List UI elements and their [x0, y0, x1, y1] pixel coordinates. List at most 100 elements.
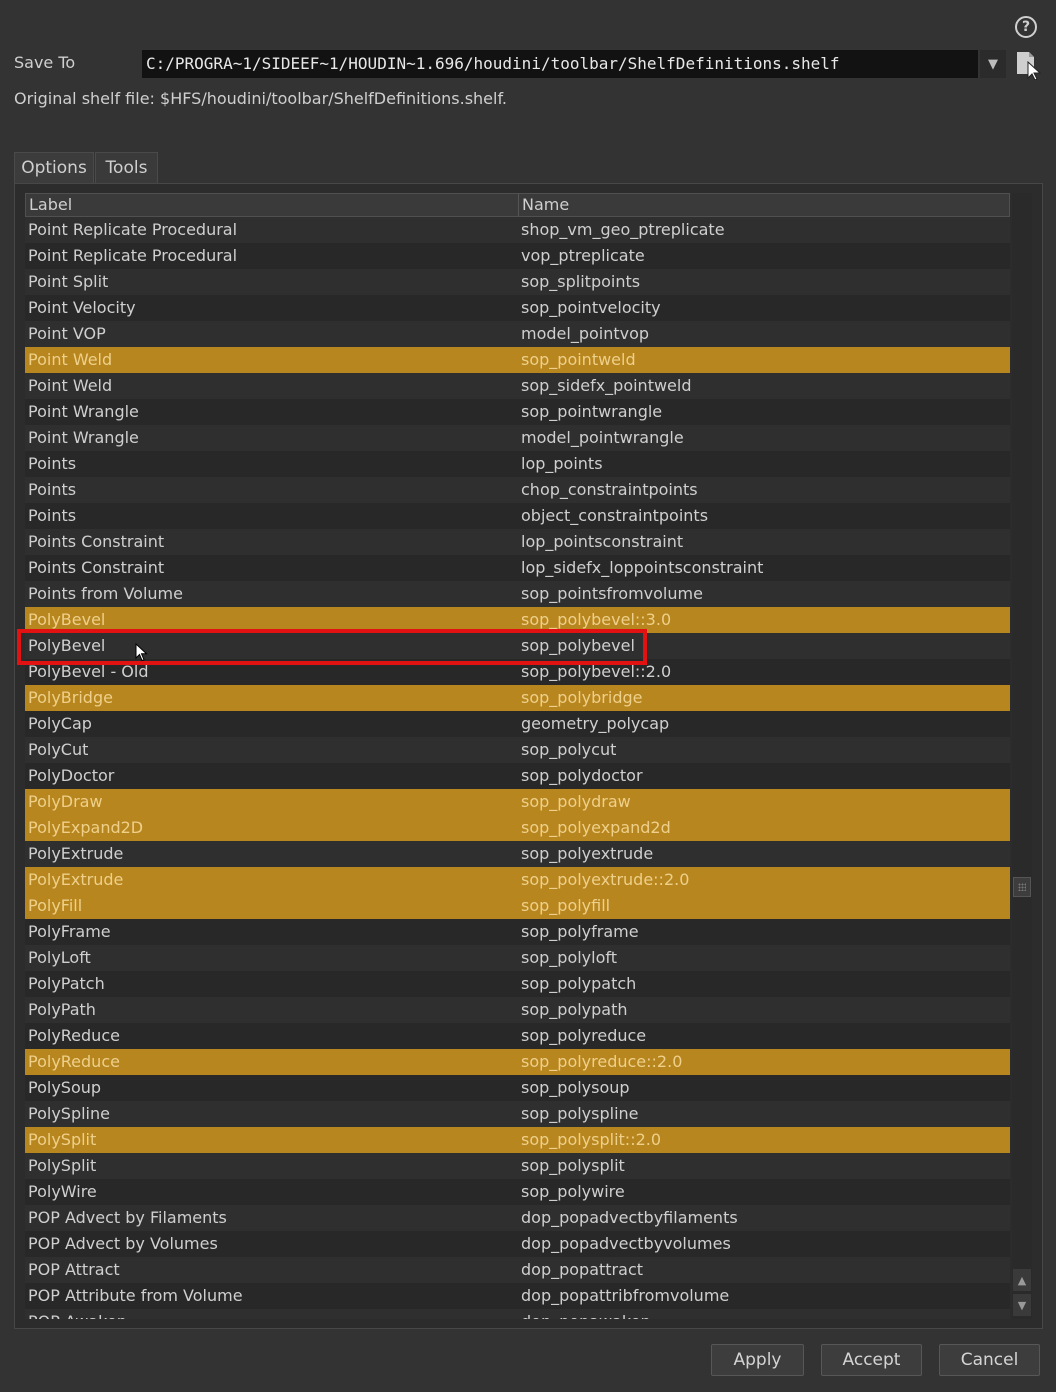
accept-button[interactable]: Accept	[821, 1344, 922, 1376]
table-row[interactable]: Point Replicate Procedural shop_vm_geo_pt…	[25, 217, 1010, 243]
row-name-cell: vop_ptreplicate	[521, 246, 645, 265]
row-label-cell: PolyExpand2D	[28, 818, 144, 837]
row-label-cell: POP Advect by Volumes	[28, 1234, 218, 1253]
table-row[interactable]: Points from Volume sop_pointsfromvolume	[25, 581, 1010, 607]
table-row[interactable]: PolyExtrude sop_polyextrude	[25, 841, 1010, 867]
table-row[interactable]: POP Attract dop_popattract	[25, 1257, 1010, 1283]
table-row[interactable]: Point Replicate Procedural vop_ptreplicat…	[25, 243, 1010, 269]
table-row[interactable]: Point VOP model_pointvop	[25, 321, 1010, 347]
row-label-cell: POP Advect by Filaments	[28, 1208, 227, 1227]
table-row[interactable]: PolySplit sop_polysplit	[25, 1153, 1010, 1179]
row-label-cell: Point Replicate Procedural	[28, 220, 238, 239]
file-chooser-icon[interactable]	[1014, 50, 1042, 81]
table-row[interactable]: PolyPath sop_polypath	[25, 997, 1010, 1023]
tab-tools[interactable]: Tools	[95, 152, 158, 183]
table-row[interactable]: Point Weld sop_sidefx_pointweld	[25, 373, 1010, 399]
table-row[interactable]: PolySplit sop_polysplit::2.0	[25, 1127, 1010, 1153]
table-row[interactable]: POP Advect by Filaments dop_popadvectbyfi…	[25, 1205, 1010, 1231]
row-name-cell: sop_polyfill	[521, 896, 611, 915]
tools-table: Label Name Point Replicate Procedural sho…	[25, 193, 1010, 1319]
row-label-cell: PolyReduce	[28, 1026, 120, 1045]
table-row[interactable]: Points object_constraintpoints	[25, 503, 1010, 529]
table-row[interactable]: PolyCap geometry_polycap	[25, 711, 1010, 737]
table-body: Point Replicate Procedural shop_vm_geo_pt…	[25, 217, 1010, 1319]
row-name-cell: dop_popattract	[521, 1260, 644, 1279]
table-row[interactable]: PolyLoft sop_polyloft	[25, 945, 1010, 971]
row-name-cell: object_constraintpoints	[521, 506, 709, 525]
row-label-cell: PolyBridge	[28, 688, 113, 707]
row-label-cell: Point Weld	[28, 350, 113, 369]
row-name-cell: sop_splitpoints	[521, 272, 641, 291]
table-row[interactable]: PolyWire sop_polywire	[25, 1179, 1010, 1205]
vertical-scrollbar[interactable]	[1012, 193, 1032, 1319]
table-row[interactable]: PolyBevel sop_polybevel	[25, 633, 1010, 659]
table-row[interactable]: POP Advect by Volumes dop_popadvectbyvolu…	[25, 1231, 1010, 1257]
row-name-cell: geometry_polycap	[521, 714, 670, 733]
row-name-cell: sop_polycut	[521, 740, 617, 759]
apply-button[interactable]: Apply	[711, 1344, 804, 1376]
table-row[interactable]: Point Weld sop_pointweld	[25, 347, 1010, 373]
row-name-cell: sop_polypath	[521, 1000, 628, 1019]
table-row[interactable]: PolyBridge sop_polybridge	[25, 685, 1010, 711]
row-name-cell: sop_polybevel	[521, 636, 635, 655]
row-name-cell: sop_polyframe	[521, 922, 639, 941]
cancel-button[interactable]: Cancel	[939, 1344, 1040, 1376]
row-label-cell: Point VOP	[28, 324, 106, 343]
table-row[interactable]: PolyExtrude sop_polyextrude::2.0	[25, 867, 1010, 893]
row-name-cell: shop_vm_geo_ptreplicate	[521, 220, 725, 239]
table-row[interactable]: PolyBevel - Old sop_polybevel::2.0	[25, 659, 1010, 685]
column-header-label[interactable]: Label	[26, 194, 519, 216]
row-label-cell: Point Split	[28, 272, 109, 291]
table-row[interactable]: Point Split sop_splitpoints	[25, 269, 1010, 295]
table-row[interactable]: PolyPatch sop_polypatch	[25, 971, 1010, 997]
row-name-cell: sop_polybevel::2.0	[521, 662, 672, 681]
scroll-down-arrow-icon[interactable]: ▼	[1013, 1294, 1031, 1316]
row-label-cell: Point Wrangle	[28, 402, 139, 421]
table-row[interactable]: Points Constraint lop_sidefx_loppointscon…	[25, 555, 1010, 581]
row-label-cell: PolySplit	[28, 1156, 97, 1175]
tab-options[interactable]: Options	[14, 152, 94, 183]
row-name-cell: dop_popadvectbyfilaments	[521, 1208, 738, 1227]
row-name-cell: sop_polyexpand2d	[521, 818, 671, 837]
table-row[interactable]: PolySoup sop_polysoup	[25, 1075, 1010, 1101]
table-row[interactable]: Points chop_constraintpoints	[25, 477, 1010, 503]
table-row[interactable]: PolyDraw sop_polydraw	[25, 789, 1010, 815]
table-row[interactable]: Point Wrangle model_pointwrangle	[25, 425, 1010, 451]
table-row[interactable]: PolyReduce sop_polyreduce	[25, 1023, 1010, 1049]
table-row[interactable]: PolySpline sop_polyspline	[25, 1101, 1010, 1127]
table-row[interactable]: PolyCut sop_polycut	[25, 737, 1010, 763]
save-to-dropdown-icon[interactable]: ▼	[980, 50, 1006, 78]
row-label-cell: Points	[28, 506, 77, 525]
table-row[interactable]: PolyFill sop_polyfill	[25, 893, 1010, 919]
row-label-cell: Points Constraint	[28, 532, 165, 551]
row-name-cell: dop_popattribfromvolume	[521, 1286, 730, 1305]
table-row[interactable]: Point Velocity sop_pointvelocity	[25, 295, 1010, 321]
table-row[interactable]: PolyBevel sop_polybevel::3.0	[25, 607, 1010, 633]
table-row[interactable]: POP Attribute from Volume dop_popattribfr…	[25, 1283, 1010, 1309]
row-name-cell: lop_points	[521, 454, 603, 473]
row-name-cell: model_pointvop	[521, 324, 650, 343]
table-header: Label Name	[25, 193, 1010, 217]
row-label-cell: PolyFill	[28, 896, 83, 915]
table-row[interactable]: Points lop_points	[25, 451, 1010, 477]
table-row[interactable]: PolyExpand2D sop_polyexpand2d	[25, 815, 1010, 841]
scroll-up-arrow-icon[interactable]: ▲	[1013, 1269, 1031, 1291]
table-row[interactable]: POP Awakendop_popawaken	[25, 1309, 1010, 1319]
table-row[interactable]: PolyDoctor sop_polydoctor	[25, 763, 1010, 789]
scrollbar-handle[interactable]	[1013, 877, 1031, 897]
row-label-cell: PolySoup	[28, 1078, 102, 1097]
save-to-path-field[interactable]: C:/PROGRA~1/SIDEEF~1/HOUDIN~1.696/houdin…	[142, 50, 978, 78]
row-name-cell: dop_popawaken	[518, 1309, 1010, 1319]
row-name-cell: sop_polyextrude	[521, 844, 654, 863]
table-row[interactable]: PolyReduce sop_polyreduce::2.0	[25, 1049, 1010, 1075]
table-row[interactable]: Point Wrangle sop_pointwrangle	[25, 399, 1010, 425]
column-header-name[interactable]: Name	[519, 194, 1009, 216]
row-label-cell: PolyDraw	[28, 792, 103, 811]
table-row[interactable]: Points Constraint lop_pointsconstraint	[25, 529, 1010, 555]
help-icon[interactable]: ?	[1015, 16, 1037, 38]
row-label-cell: Points	[28, 480, 77, 499]
row-name-cell: sop_polypatch	[521, 974, 637, 993]
row-label-cell: Point Replicate Procedural	[28, 246, 238, 265]
table-row[interactable]: PolyFrame sop_polyframe	[25, 919, 1010, 945]
row-name-cell: sop_polydraw	[521, 792, 631, 811]
